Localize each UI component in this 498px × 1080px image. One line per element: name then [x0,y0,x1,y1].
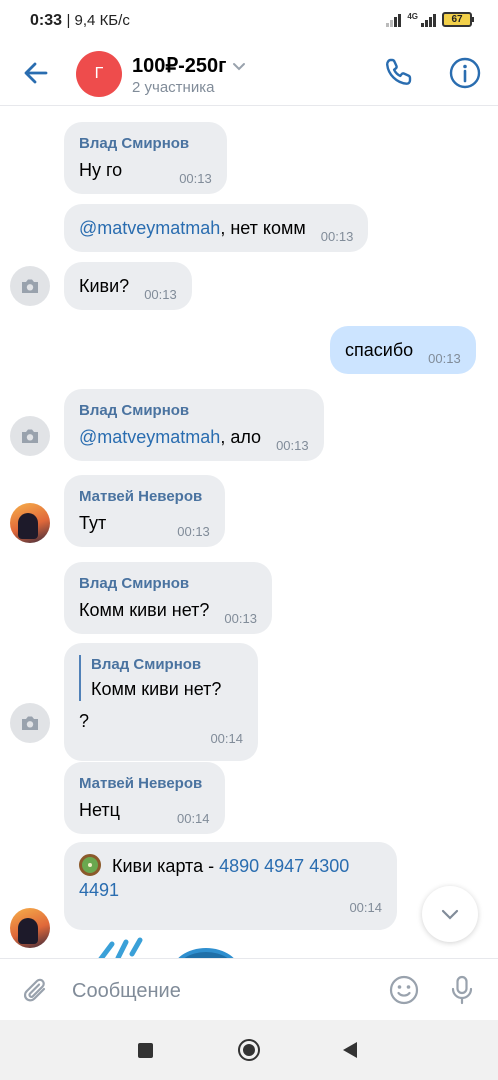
reply-sender: Влад Смирнов [91,656,202,673]
message-sender[interactable]: Влад Смирнов [79,401,309,421]
info-icon[interactable] [448,56,482,90]
message-bubble[interactable]: Влад Смирнов Комм киви нет? ? 00:14 [64,643,258,761]
message-text: Нетц [79,800,120,820]
phone-icon[interactable] [383,56,415,88]
back-arrow-icon[interactable] [20,57,52,89]
message-sender[interactable]: Влад Смирнов [79,134,212,154]
scroll-down-button[interactable] [422,886,478,942]
message-text: Тут [79,513,107,533]
message-sender[interactable]: Матвей Неверов [79,487,210,507]
message-bubble[interactable]: @matveymatmah, нет комм 00:13 [64,204,369,252]
message-bubble[interactable]: Матвей Неверов Тут 00:13 [64,475,225,547]
paperclip-icon[interactable] [20,975,52,1007]
kiwi-emoji-icon [79,854,101,876]
message-sender[interactable]: Влад Смирнов [79,574,257,594]
camera-icon[interactable] [10,703,50,743]
chat-avatar[interactable]: Г [76,51,122,97]
camera-icon[interactable] [10,266,50,306]
sticker-image[interactable] [80,930,260,958]
message-list[interactable]: Влад Смирнов Ну го 00:13 @matveymatmah, … [0,106,498,958]
message-text: Ну го [79,160,123,180]
signal-icon [386,13,402,27]
chat-title[interactable]: 100₽-250г [132,53,246,78]
message-time: 00:13 [179,171,212,186]
chevron-down-icon [441,909,459,920]
reply-quote[interactable]: Влад Смирнов Комм киви нет? [79,655,243,701]
message-composer [0,958,498,1020]
message-text: Комм киви нет? [79,600,210,620]
message-time: 00:13 [224,611,257,626]
message-time: 00:13 [428,351,461,366]
message-time: 00:13 [144,287,177,302]
user-avatar[interactable] [10,908,50,948]
status-bar: 0:33 | 9,4 КБ/с 4G 67 [0,0,498,44]
message-input[interactable] [72,973,372,1009]
message-bubble[interactable]: Киви? 00:13 [64,262,192,310]
message-text: Киви? [79,276,130,296]
battery-icon: 67 [442,12,474,27]
status-time: 0:33 | 9,4 КБ/с [30,12,130,30]
outgoing-message-bubble[interactable]: спасибо 00:13 [330,326,476,374]
user-avatar[interactable] [10,503,50,543]
camera-icon[interactable] [10,416,50,456]
chat-subtitle: 2 участника [132,79,215,96]
message-time: 00:14 [349,900,382,915]
message-time: 00:13 [177,524,210,539]
message-bubble[interactable]: Влад Смирнов Комм киви нет? 00:13 [64,562,272,634]
message-text: , нет комм [220,218,306,238]
mention-link[interactable]: @matveymatmah [79,427,220,447]
microphone-icon[interactable] [446,974,478,1006]
message-text: спасибо [345,340,414,360]
clock: 0:33 [30,12,63,29]
message-text: , ало [220,427,262,447]
chevron-down-icon [233,62,246,70]
avatar-figure [18,513,38,539]
avatar-letter: Г [94,65,104,82]
message-time: 00:14 [176,811,210,826]
network-type: 4G [407,12,418,21]
message-text: Киви карта - [107,856,220,876]
avatar-figure [18,918,38,944]
message-time: 00:14 [210,731,243,746]
recent-apps-icon[interactable] [138,1043,153,1058]
back-triangle-icon[interactable] [343,1042,357,1058]
reply-text: Комм киви нет? [91,679,222,699]
message-bubble[interactable]: Матвей Неверов Нетц 00:14 [64,762,225,834]
network-speed: | 9,4 КБ/с [66,12,130,29]
signal-icon-2 [421,13,436,27]
chat-title-text: 100₽-250г [132,55,227,77]
mention-link[interactable]: @matveymatmah [79,218,220,238]
message-time: 00:13 [320,229,354,244]
status-icons: 4G 67 [386,12,474,27]
home-icon[interactable] [238,1039,260,1061]
smile-icon[interactable] [388,974,420,1006]
system-nav-bar [0,1020,498,1080]
message-bubble[interactable]: Влад Смирнов Ну го 00:13 [64,122,227,194]
message-sender[interactable]: Матвей Неверов [79,774,210,794]
message-bubble[interactable]: Киви карта - 4890 4947 4300 4491 00:14 [64,842,397,930]
message-bubble[interactable]: Влад Смирнов @matveymatmah, ало 00:13 [64,389,324,461]
message-time: 00:13 [276,438,309,453]
chat-header: Г 100₽-250г 2 участника [0,44,498,106]
